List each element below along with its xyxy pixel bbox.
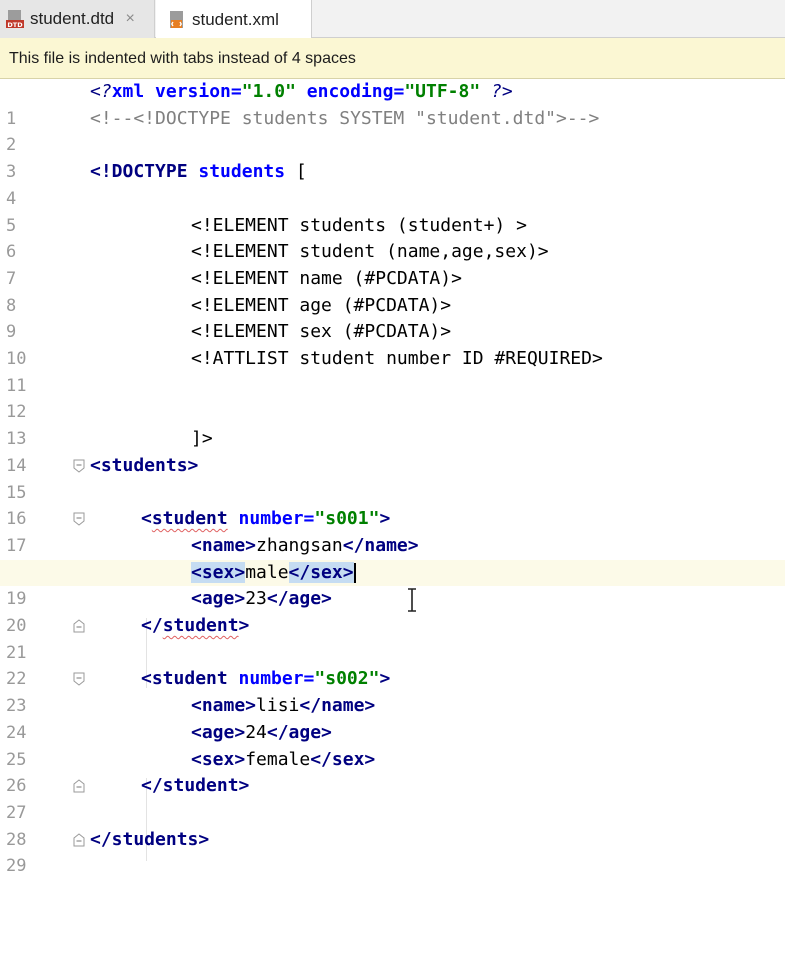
code-line[interactable]: 12 (0, 373, 785, 422)
tag-highlight: </sex> (288, 561, 354, 583)
code-line[interactable]: 21 </student> (0, 613, 785, 663)
text-cursor-icon (408, 588, 416, 612)
code-line[interactable]: 26 <sex>female</sex> (0, 747, 785, 797)
code-line[interactable]: 7 <!ELEMENT student (name,age,sex)> (0, 239, 785, 289)
tab-student-xml[interactable]: student.xml (156, 0, 312, 39)
code-line[interactable]: 28 (0, 800, 785, 850)
code-line[interactable]: 5 (0, 186, 785, 236)
close-tab-icon[interactable]: × (122, 10, 138, 27)
line-code: <?xml version="1.0" encoding="UTF-8" ?> (90, 81, 513, 102)
line-code: <name>zhangsan</name> (191, 534, 419, 556)
fold-collapse-icon[interactable] (73, 672, 85, 687)
code-line[interactable]: 10 <!ELEMENT sex (#PCDATA)> (0, 319, 785, 369)
svg-text:DTD: DTD (7, 21, 23, 29)
dtd-file-icon: DTD (6, 9, 24, 29)
code-line[interactable]: 2 <!--<!DOCTYPE students SYSTEM "student… (0, 106, 785, 156)
code-line[interactable]: 24 <name>lisi</name> (0, 693, 785, 743)
current-code-line[interactable]: 19 <sex>male</sex> (0, 559, 785, 609)
line-code: <age>23</age> (191, 588, 332, 610)
code-line[interactable]: 25 <age>24</age> (0, 720, 785, 770)
code-line[interactable]: 15 <students> (0, 453, 785, 503)
tab-student-dtd[interactable]: DTD student.dtd × (0, 0, 155, 38)
code-line[interactable]: 4 <!DOCTYPE students [ (0, 159, 785, 209)
line-code: <students> (90, 454, 199, 476)
line-code: <!--<!DOCTYPE students SYSTEM "student.d… (90, 107, 600, 129)
line-code: <!ELEMENT age (#PCDATA)> (191, 294, 452, 316)
line-code: <sex>female</sex> (191, 748, 376, 770)
code-line[interactable]: 3 (0, 132, 785, 182)
line-code: <!ELEMENT students (student+) > (191, 214, 527, 236)
code-line[interactable]: 14 ]> (0, 426, 785, 476)
editor-tab-bar: DTD student.dtd × student.xml (0, 0, 785, 39)
fold-end-icon[interactable] (73, 779, 85, 793)
tag-highlight: <sex> (191, 561, 246, 583)
tab-label: student.dtd (30, 9, 115, 28)
fold-collapse-icon[interactable] (73, 512, 85, 526)
line-code: <!ELEMENT sex (#PCDATA)> (191, 321, 452, 343)
fold-end-icon[interactable] (73, 832, 85, 847)
line-code: </student> (141, 615, 250, 636)
code-line[interactable]: 1 <?xml version="1.0" encoding="UTF-8" ?… (0, 79, 785, 129)
line-code: <!DOCTYPE students [ (90, 161, 307, 183)
line-code: <student number="s001"> (141, 508, 391, 530)
tab-label: student.xml (192, 9, 279, 29)
line-code: <!ELEMENT name (#PCDATA)> (191, 267, 462, 289)
line-code: <!ATTLIST student number ID #REQUIRED> (191, 348, 603, 369)
fold-end-icon[interactable] (73, 619, 85, 633)
line-number: 29 (6, 856, 27, 877)
code-line[interactable]: 13 (0, 399, 785, 449)
line-code: <name>lisi</name> (191, 695, 376, 717)
code-line[interactable]: 18 <name>zhangsan</name> (0, 533, 785, 583)
code-line[interactable]: 8 <!ELEMENT name (#PCDATA)> (0, 266, 785, 316)
code-line[interactable]: 27 </student> (0, 773, 785, 823)
line-code: <sex>male</sex> (191, 561, 356, 583)
line-code: </student> (141, 775, 250, 797)
line-code: ]> (191, 428, 213, 450)
code-line[interactable]: 17 <student number="s001"> (0, 506, 785, 556)
code-line[interactable]: 6 <!ELEMENT students (student+) > (0, 213, 785, 263)
line-code: <!ELEMENT student (name,age,sex)> (191, 241, 549, 263)
fold-collapse-icon[interactable] (73, 459, 85, 473)
code-editor[interactable]: 1 <?xml version="1.0" encoding="UTF-8" ?… (0, 79, 785, 877)
code-line[interactable]: 16 (0, 480, 785, 529)
code-line[interactable]: 22 (0, 640, 785, 689)
line-code: </students> (90, 828, 210, 850)
indentation-notice: This file is indented with tabs instead … (0, 38, 785, 79)
text-caret (353, 562, 356, 583)
line-code: <age>24</age> (191, 721, 332, 743)
code-line[interactable]: 9 <!ELEMENT age (#PCDATA)> (0, 293, 785, 343)
code-line[interactable]: 20 <age>23</age> (0, 586, 785, 636)
xml-file-icon (168, 10, 186, 30)
code-line[interactable]: 11 <!ATTLIST student number ID #REQUIRED… (0, 346, 785, 396)
code-line[interactable]: 29 </students> (0, 827, 785, 877)
code-line[interactable]: 23 <student number="s002"> (0, 666, 785, 716)
line-code: <student number="s002"> (141, 668, 391, 690)
